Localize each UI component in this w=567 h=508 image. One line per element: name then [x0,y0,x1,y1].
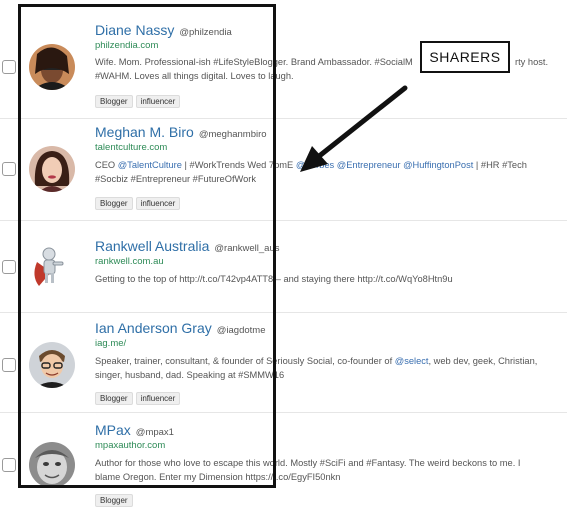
tag-list: Blogger influencer [95,193,183,211]
twitter-handle[interactable]: @mpax1 [136,427,174,438]
sharer-name[interactable]: Ian Anderson Gray [95,320,212,336]
tag-influencer[interactable]: influencer [135,392,181,405]
website-link[interactable]: talentculture.com [95,142,167,153]
website-link[interactable]: mpaxauthor.com [95,440,165,451]
select-checkbox[interactable] [2,162,16,176]
twitter-handle[interactable]: @meghanmbiro [199,129,267,140]
select-checkbox[interactable] [2,260,16,274]
twitter-handle[interactable]: @rankwell_aus [214,243,279,254]
tag-blogger[interactable]: Blogger [95,95,133,108]
avatar[interactable] [29,242,75,288]
select-checkbox[interactable] [2,458,16,472]
bio-text: CEO @TalentCulture | #WorkTrends Wed 7pm… [95,160,527,184]
website-link[interactable]: rankwell.com.au [95,256,164,267]
avatar[interactable] [29,44,75,90]
website-link[interactable]: philzendia.com [95,40,158,51]
avatar[interactable] [29,342,75,388]
tag-influencer[interactable]: influencer [135,95,181,108]
twitter-handle[interactable]: @iagdotme [217,325,266,336]
bio-text: Author for those who love to escape this… [95,458,521,482]
sharer-row: MPax @mpax1 mpaxauthor.com Author for tho… [0,412,567,508]
tag-blogger[interactable]: Blogger [95,494,133,507]
sharer-row: Ian Anderson Gray @iagdotme iag.me/ Speak… [0,312,567,413]
bio-text: Speaker, trainer, consultant, & founder … [95,356,538,380]
tag-list: Blogger [95,490,136,508]
mention-link[interactable]: @select [395,356,429,366]
tag-influencer[interactable]: influencer [135,197,181,210]
sharer-row: Rankwell Australia @rankwell_aus rankwell… [0,220,567,313]
mention-link[interactable]: @Entrepreneur [337,160,401,170]
twitter-handle[interactable]: @philzendia [179,27,231,38]
sharer-name[interactable]: MPax [95,422,131,438]
sharers-callout: SHARERS [420,41,510,73]
tag-blogger[interactable]: Blogger [95,197,133,210]
select-checkbox[interactable] [2,358,16,372]
tag-blogger[interactable]: Blogger [95,392,133,405]
mention-link[interactable]: @TalentCulture [118,160,182,170]
avatar[interactable] [29,442,75,488]
sharer-row: Meghan M. Biro @meghanmbiro talentculture… [0,118,567,221]
website-link[interactable]: iag.me/ [95,338,126,349]
select-checkbox[interactable] [2,60,16,74]
sharer-name[interactable]: Meghan M. Biro [95,124,194,140]
sharer-name[interactable]: Rankwell Australia [95,238,209,254]
sharer-name[interactable]: Diane Nassy [95,22,174,38]
bio-text: Getting to the top of http://t.co/T42vp4… [95,274,453,284]
tag-list: Blogger influencer [95,91,183,109]
avatar[interactable] [29,146,75,192]
mention-link[interactable]: @HuffingtonPost [403,160,473,170]
mention-link[interactable]: @Forbes [296,160,334,170]
tag-list: Blogger influencer [95,388,183,406]
